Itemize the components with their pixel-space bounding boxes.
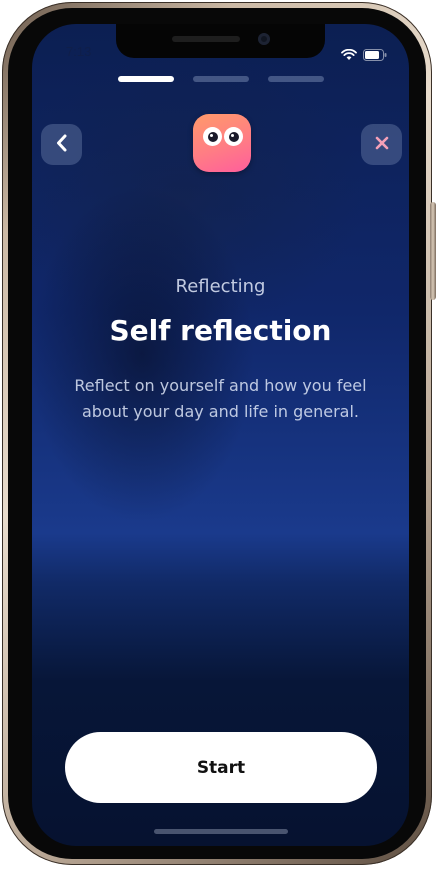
- status-time: 7:13: [66, 44, 92, 59]
- close-icon: [374, 135, 390, 155]
- close-button[interactable]: [361, 124, 402, 165]
- googly-eyes-mascot-icon: [193, 114, 251, 172]
- app-screen: 7:13 Reflecting Self reflection Reflect …: [32, 24, 409, 846]
- status-icons: [341, 46, 387, 65]
- mascot-right-eye: [224, 127, 243, 146]
- notch: [116, 24, 325, 58]
- start-button[interactable]: Start: [65, 732, 377, 803]
- front-camera: [258, 33, 270, 45]
- wifi-icon: [341, 46, 357, 65]
- back-button[interactable]: [41, 124, 82, 165]
- progress-step-1: [118, 76, 174, 82]
- page-title: Self reflection: [109, 314, 332, 347]
- progress-step-3: [268, 76, 324, 82]
- mascot-left-eye: [203, 127, 222, 146]
- description-text: Reflect on yourself and how you feel abo…: [74, 376, 367, 421]
- phone-frame: 7:13 Reflecting Self reflection Reflect …: [2, 2, 436, 865]
- step-progress: [118, 76, 324, 82]
- speaker-grille: [172, 36, 240, 42]
- side-power-button: [430, 202, 436, 300]
- battery-icon: [363, 46, 387, 65]
- progress-step-2: [193, 76, 249, 82]
- chevron-left-icon: [54, 133, 70, 157]
- category-label: Reflecting: [175, 276, 266, 297]
- home-indicator[interactable]: [154, 829, 288, 834]
